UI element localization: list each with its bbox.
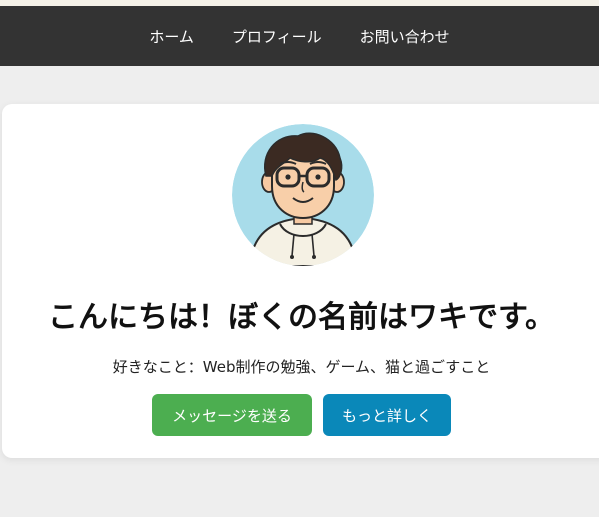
learn-more-button[interactable]: もっと詳しく bbox=[323, 394, 451, 436]
greeting-heading: こんにちは！ぼくの名前はワキです。 bbox=[48, 300, 555, 335]
nav-home-link[interactable]: ホーム bbox=[149, 26, 194, 47]
nav-profile-link[interactable]: プロフィール bbox=[232, 26, 322, 47]
avatar-illustration bbox=[232, 124, 374, 266]
nav-contact-link[interactable]: お問い合わせ bbox=[360, 26, 450, 47]
send-message-button[interactable]: メッセージを送る bbox=[152, 394, 312, 436]
avatar bbox=[232, 124, 374, 266]
top-navigation: ホーム プロフィール お問い合わせ bbox=[0, 6, 599, 66]
profile-card: こんにちは！ぼくの名前はワキです。 好きなこと：Web制作の勉強、ゲーム、猫と過… bbox=[2, 104, 599, 458]
hobbies-text: 好きなこと：Web制作の勉強、ゲーム、猫と過ごすこと bbox=[112, 358, 491, 376]
